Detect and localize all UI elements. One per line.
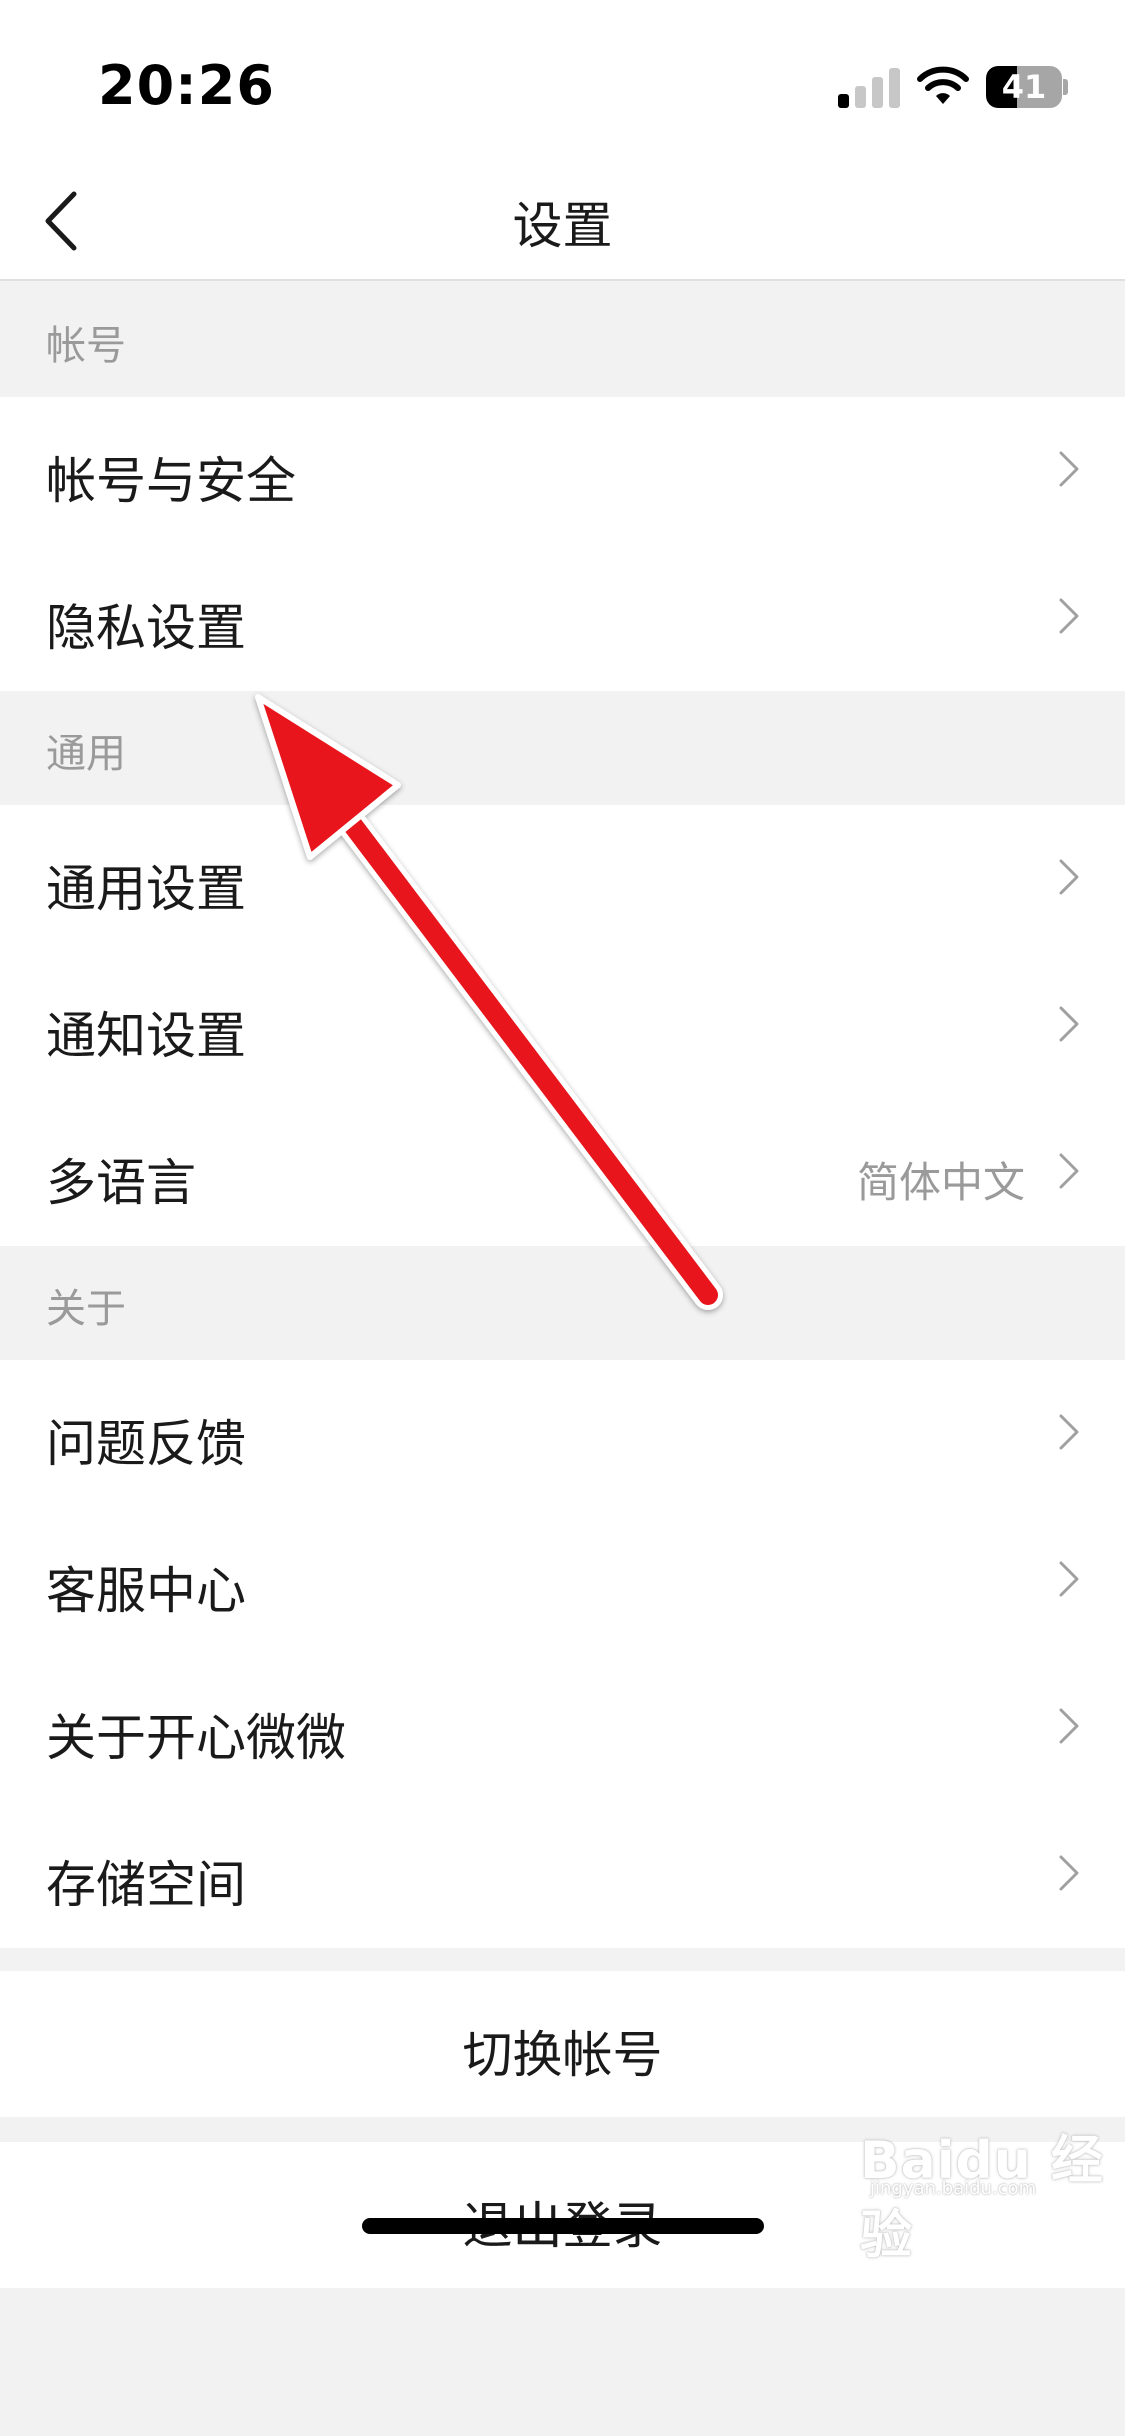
chevron-right-icon [1059,1414,1079,1450]
row-account-security[interactable]: 帐号与安全 [0,397,1125,544]
chevron-right-icon [1059,1855,1079,1891]
status-time: 20:26 [98,54,275,117]
row-privacy-settings[interactable]: 隐私设置 [0,544,1125,691]
row-label: 多语言 [46,1154,196,1212]
language-value: 简体中文 [856,1158,1025,1207]
cellular-signal-icon [838,66,900,108]
group-general: 通用设置 通知设置 多语言 简体中文 [0,805,1125,1246]
row-label: 问题反馈 [46,1415,246,1473]
group-about: 问题反馈 客服中心 关于开心微微 存储空间 [0,1360,1125,1948]
settings-screen: 20:26 41 设置 帐号 帐号与安全 隐私设置 通用 通用设置 通知设置 多… [0,0,1125,2436]
row-label: 通知设置 [46,1007,246,1065]
row-storage[interactable]: 存储空间 [0,1801,1125,1948]
section-header-general: 通用 [0,691,1125,805]
baidu-watermark: Baidu 经验 jingyan.baidu.com [860,2118,1110,2266]
chevron-right-icon [1059,451,1079,487]
switch-account-button[interactable]: 切换帐号 [0,1971,1125,2117]
chevron-right-icon [1059,1561,1079,1597]
chevron-right-icon [1059,1153,1079,1189]
row-label: 客服中心 [46,1562,246,1620]
chevron-right-icon [1059,1006,1079,1042]
row-customer-service[interactable]: 客服中心 [0,1507,1125,1654]
watermark-url: jingyan.baidu.com [870,2178,1037,2199]
battery-icon: 41 [986,66,1068,108]
row-general-settings[interactable]: 通用设置 [0,805,1125,952]
section-header-label: 关于 [46,1286,126,1332]
chevron-right-icon [1059,598,1079,634]
page-title: 设置 [512,197,613,255]
row-label: 关于开心微微 [46,1709,346,1767]
row-label: 帐号与安全 [46,452,296,510]
home-indicator[interactable] [362,2218,764,2234]
chevron-right-icon [1059,859,1079,895]
switch-account-label: 切换帐号 [462,2026,663,2084]
row-about-app[interactable]: 关于开心微微 [0,1654,1125,1801]
row-label: 通用设置 [46,860,246,918]
row-label: 存储空间 [46,1856,246,1914]
status-bar: 20:26 41 [0,0,1125,160]
row-notification-settings[interactable]: 通知设置 [0,952,1125,1099]
section-header-label: 通用 [46,731,126,777]
section-header-account: 帐号 [0,283,1125,397]
section-header-about: 关于 [0,1246,1125,1360]
battery-level: 41 [1001,68,1047,106]
row-feedback[interactable]: 问题反馈 [0,1360,1125,1507]
nav-bar: 设置 [0,160,1125,281]
wifi-icon [917,66,969,104]
row-label: 隐私设置 [46,599,246,657]
row-language[interactable]: 多语言 简体中文 [0,1099,1125,1246]
section-header-label: 帐号 [46,323,126,369]
chevron-right-icon [1059,1708,1079,1744]
group-account: 帐号与安全 隐私设置 [0,397,1125,691]
